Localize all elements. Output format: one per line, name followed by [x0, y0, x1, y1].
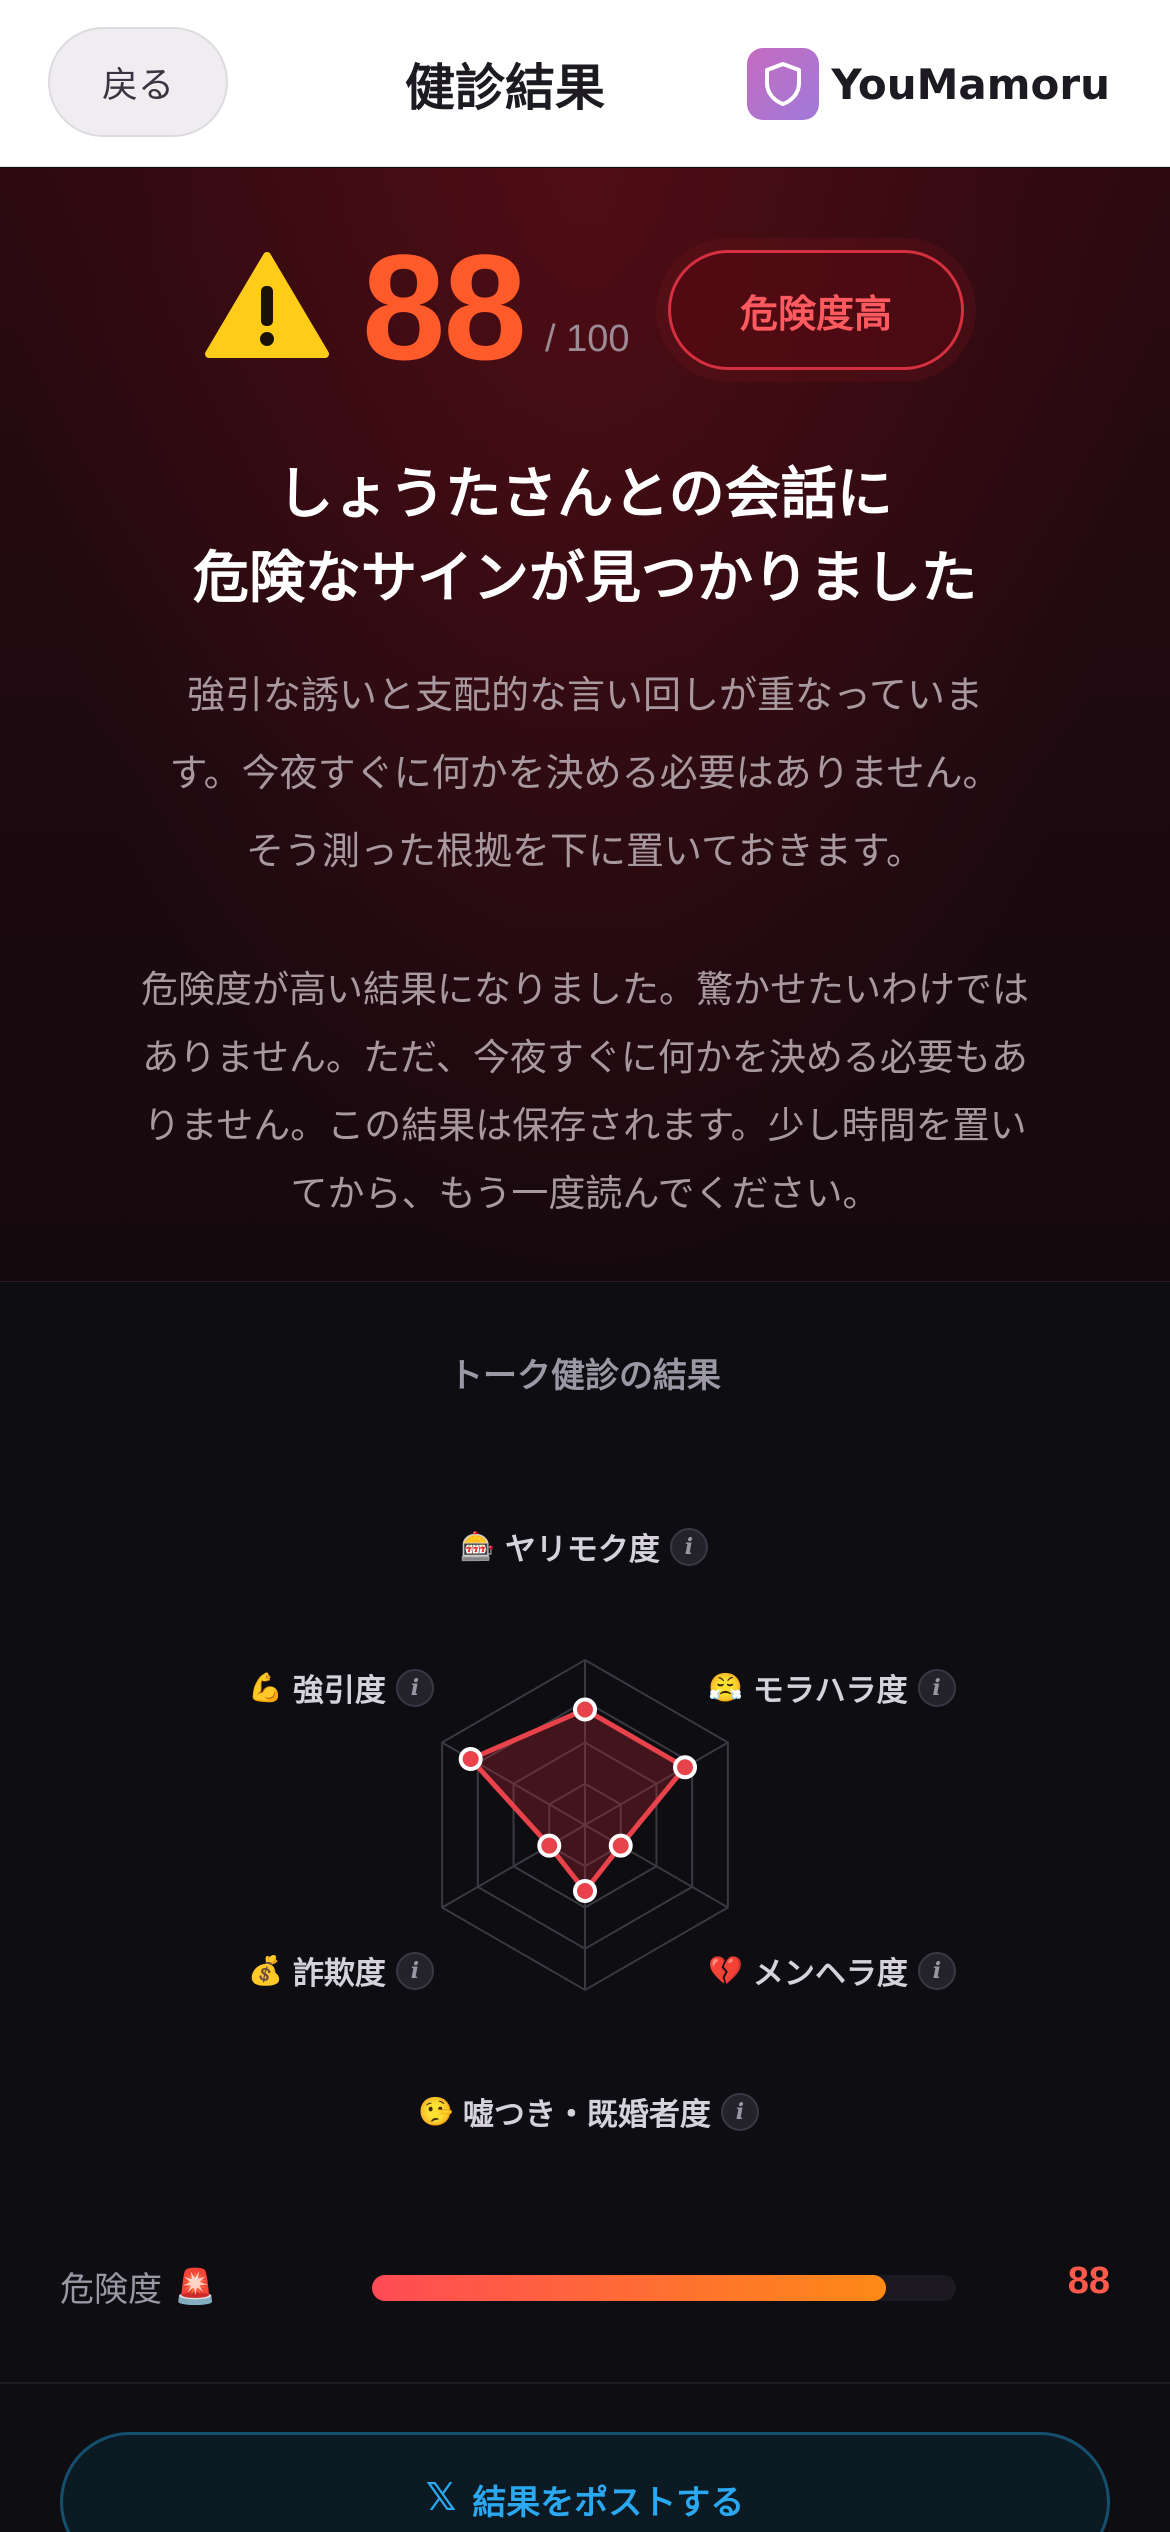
axis-emoji-icon: 💪	[248, 1671, 283, 1704]
result-headline: しょうたさんとの会話に 危険なサインが見つかりました	[60, 453, 1110, 621]
result-lead: 強引な誘いと支配的な言い回しが重なっています。今夜すぐに何かを決める必要はありま…	[169, 673, 1001, 873]
result-hero: 88 / 100 危険度高 しょうたさんとの会話に 危険なサインが見つかりました…	[0, 168, 1170, 1282]
axis-emoji-icon: 🎰	[460, 1530, 495, 1563]
radar-chart	[441, 1658, 729, 1992]
headline-line-1: しょうたさんとの会話に	[277, 462, 893, 527]
danger-label-text: 危険度	[60, 2270, 162, 2310]
headline-line-2: 危険なサインが見つかりました	[193, 546, 977, 611]
danger-value: 88	[1067, 2260, 1110, 2302]
post-result-button[interactable]: 𝕏 結果をポストする	[60, 2432, 1110, 2532]
danger-bar-fill	[372, 2275, 886, 2301]
section-title: トーク健診の結果	[449, 1356, 721, 1396]
radar-axis-label: 😤 モラハラ度 i	[708, 1665, 956, 1710]
warning-icon	[205, 252, 329, 358]
axis-emoji-icon: 🤥	[418, 2095, 453, 2128]
radar-axis-label: 🤥 嘘つき・既婚者度 i	[418, 2089, 759, 2134]
radar-point	[608, 1833, 633, 1858]
score-max: / 100	[545, 318, 630, 360]
info-icon[interactable]: i	[669, 1527, 708, 1566]
back-button[interactable]: 戻る	[48, 27, 228, 137]
info-icon[interactable]: i	[917, 1668, 956, 1707]
app-header: 戻る 健診結果 YouMamoru	[0, 0, 1170, 167]
axis-label-text: モラハラ度	[752, 1673, 908, 1709]
info-icon[interactable]: i	[395, 1951, 434, 1990]
info-icon[interactable]: i	[917, 1951, 956, 1990]
radar-point	[458, 1747, 483, 1771]
brand-name: YouMamoru	[831, 59, 1110, 109]
axis-emoji-icon: 💰	[248, 1954, 283, 1987]
radar-axis-label: 🎰 ヤリモク度 i	[460, 1524, 708, 1569]
axis-emoji-icon: 😤	[708, 1671, 743, 1704]
score-value: 88	[362, 223, 527, 391]
axis-label-text: 嘘つき・既婚者度	[462, 2097, 711, 2133]
brand: YouMamoru	[747, 48, 1110, 120]
siren-icon: 🚨	[174, 2266, 217, 2307]
axis-label-text: ヤリモク度	[504, 1532, 660, 1568]
axis-emoji-icon: 💔	[708, 1954, 743, 1987]
radar-point	[573, 1697, 597, 1722]
shield-icon	[747, 48, 820, 120]
page-title: 健診結果	[405, 58, 605, 117]
info-icon[interactable]: i	[395, 1668, 434, 1707]
radar-point	[573, 1879, 597, 1903]
divider	[0, 2382, 1170, 2384]
radar-point	[537, 1833, 562, 1858]
radar-axis-label: 💔 メンヘラ度 i	[708, 1948, 956, 1993]
axis-label-text: 強引度	[292, 1673, 386, 1709]
result-note: 危険度が高い結果になりました。驚かせたいわけではありません。ただ、今夜すぐに何か…	[141, 968, 1029, 1215]
axis-label-text: メンヘラ度	[752, 1956, 908, 1992]
post-result-label: 結果をポストする	[472, 2483, 745, 2523]
info-icon[interactable]: i	[720, 2092, 759, 2131]
x-logo-icon: 𝕏	[425, 2475, 457, 2519]
risk-badge: 危険度高	[668, 250, 964, 370]
score-row: 88 / 100 危険度高	[0, 223, 1170, 400]
radar-axis-label: 💰 詐欺度 i	[248, 1948, 434, 1993]
danger-bar	[372, 2275, 956, 2301]
axis-label-text: 詐欺度	[292, 1956, 386, 1992]
radar-axis-label: 💪 強引度 i	[248, 1665, 434, 1710]
danger-label: 危険度 🚨	[60, 2262, 216, 2311]
radar-point	[673, 1755, 698, 1780]
